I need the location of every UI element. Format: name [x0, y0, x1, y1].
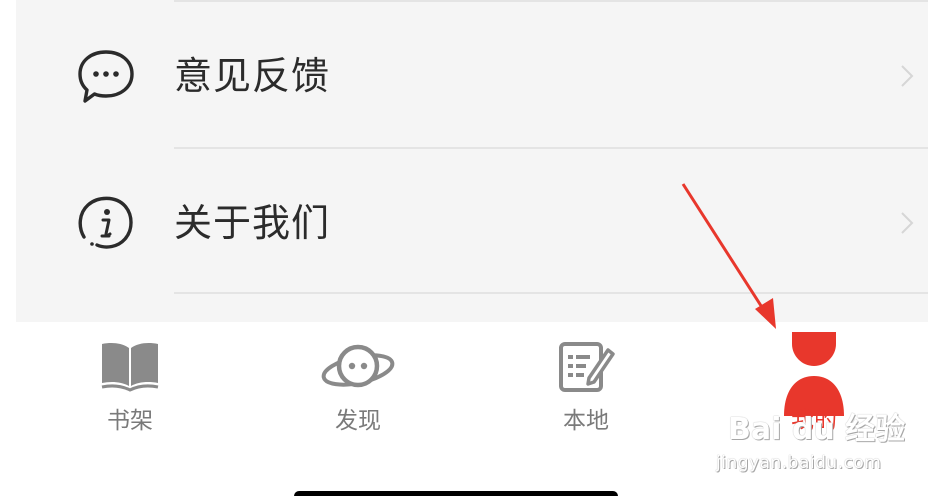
info-circle-icon	[78, 196, 133, 249]
chevron-right-icon	[901, 212, 914, 234]
tab-discover[interactable]: 发现	[244, 322, 472, 452]
tab-label: 本地	[563, 408, 609, 434]
tab-me[interactable]: 我的	[700, 322, 928, 452]
menu-item-label: 关于我们	[174, 201, 331, 245]
tab-local[interactable]: 本地	[472, 322, 700, 452]
tab-label: 书架	[107, 408, 153, 434]
home-indicator	[294, 491, 618, 496]
tab-label: 我的	[791, 408, 837, 434]
menu-item-about[interactable]: 关于我们	[16, 149, 928, 295]
chevron-right-icon	[901, 65, 914, 87]
tab-bookshelf[interactable]: 书架	[16, 322, 244, 452]
row-divider	[174, 292, 928, 294]
app-frame: 意见反馈 关于我们 书架 发现 本地 我的 Bai du 经验 jingyan.…	[0, 0, 949, 496]
user-icon	[784, 332, 844, 416]
chat-bubble-icon	[78, 50, 134, 103]
note-edit-icon	[559, 342, 615, 392]
menu-item-feedback[interactable]: 意见反馈	[16, 2, 928, 148]
planet-face-icon	[321, 344, 395, 388]
tab-label: 发现	[335, 408, 381, 434]
menu-item-label: 意见反馈	[174, 54, 331, 98]
book-icon	[101, 343, 159, 392]
settings-screen: 意见反馈 关于我们 书架 发现 本地 我的	[16, 0, 928, 496]
bottom-tab-bar: 书架 发现 本地 我的	[16, 322, 928, 496]
